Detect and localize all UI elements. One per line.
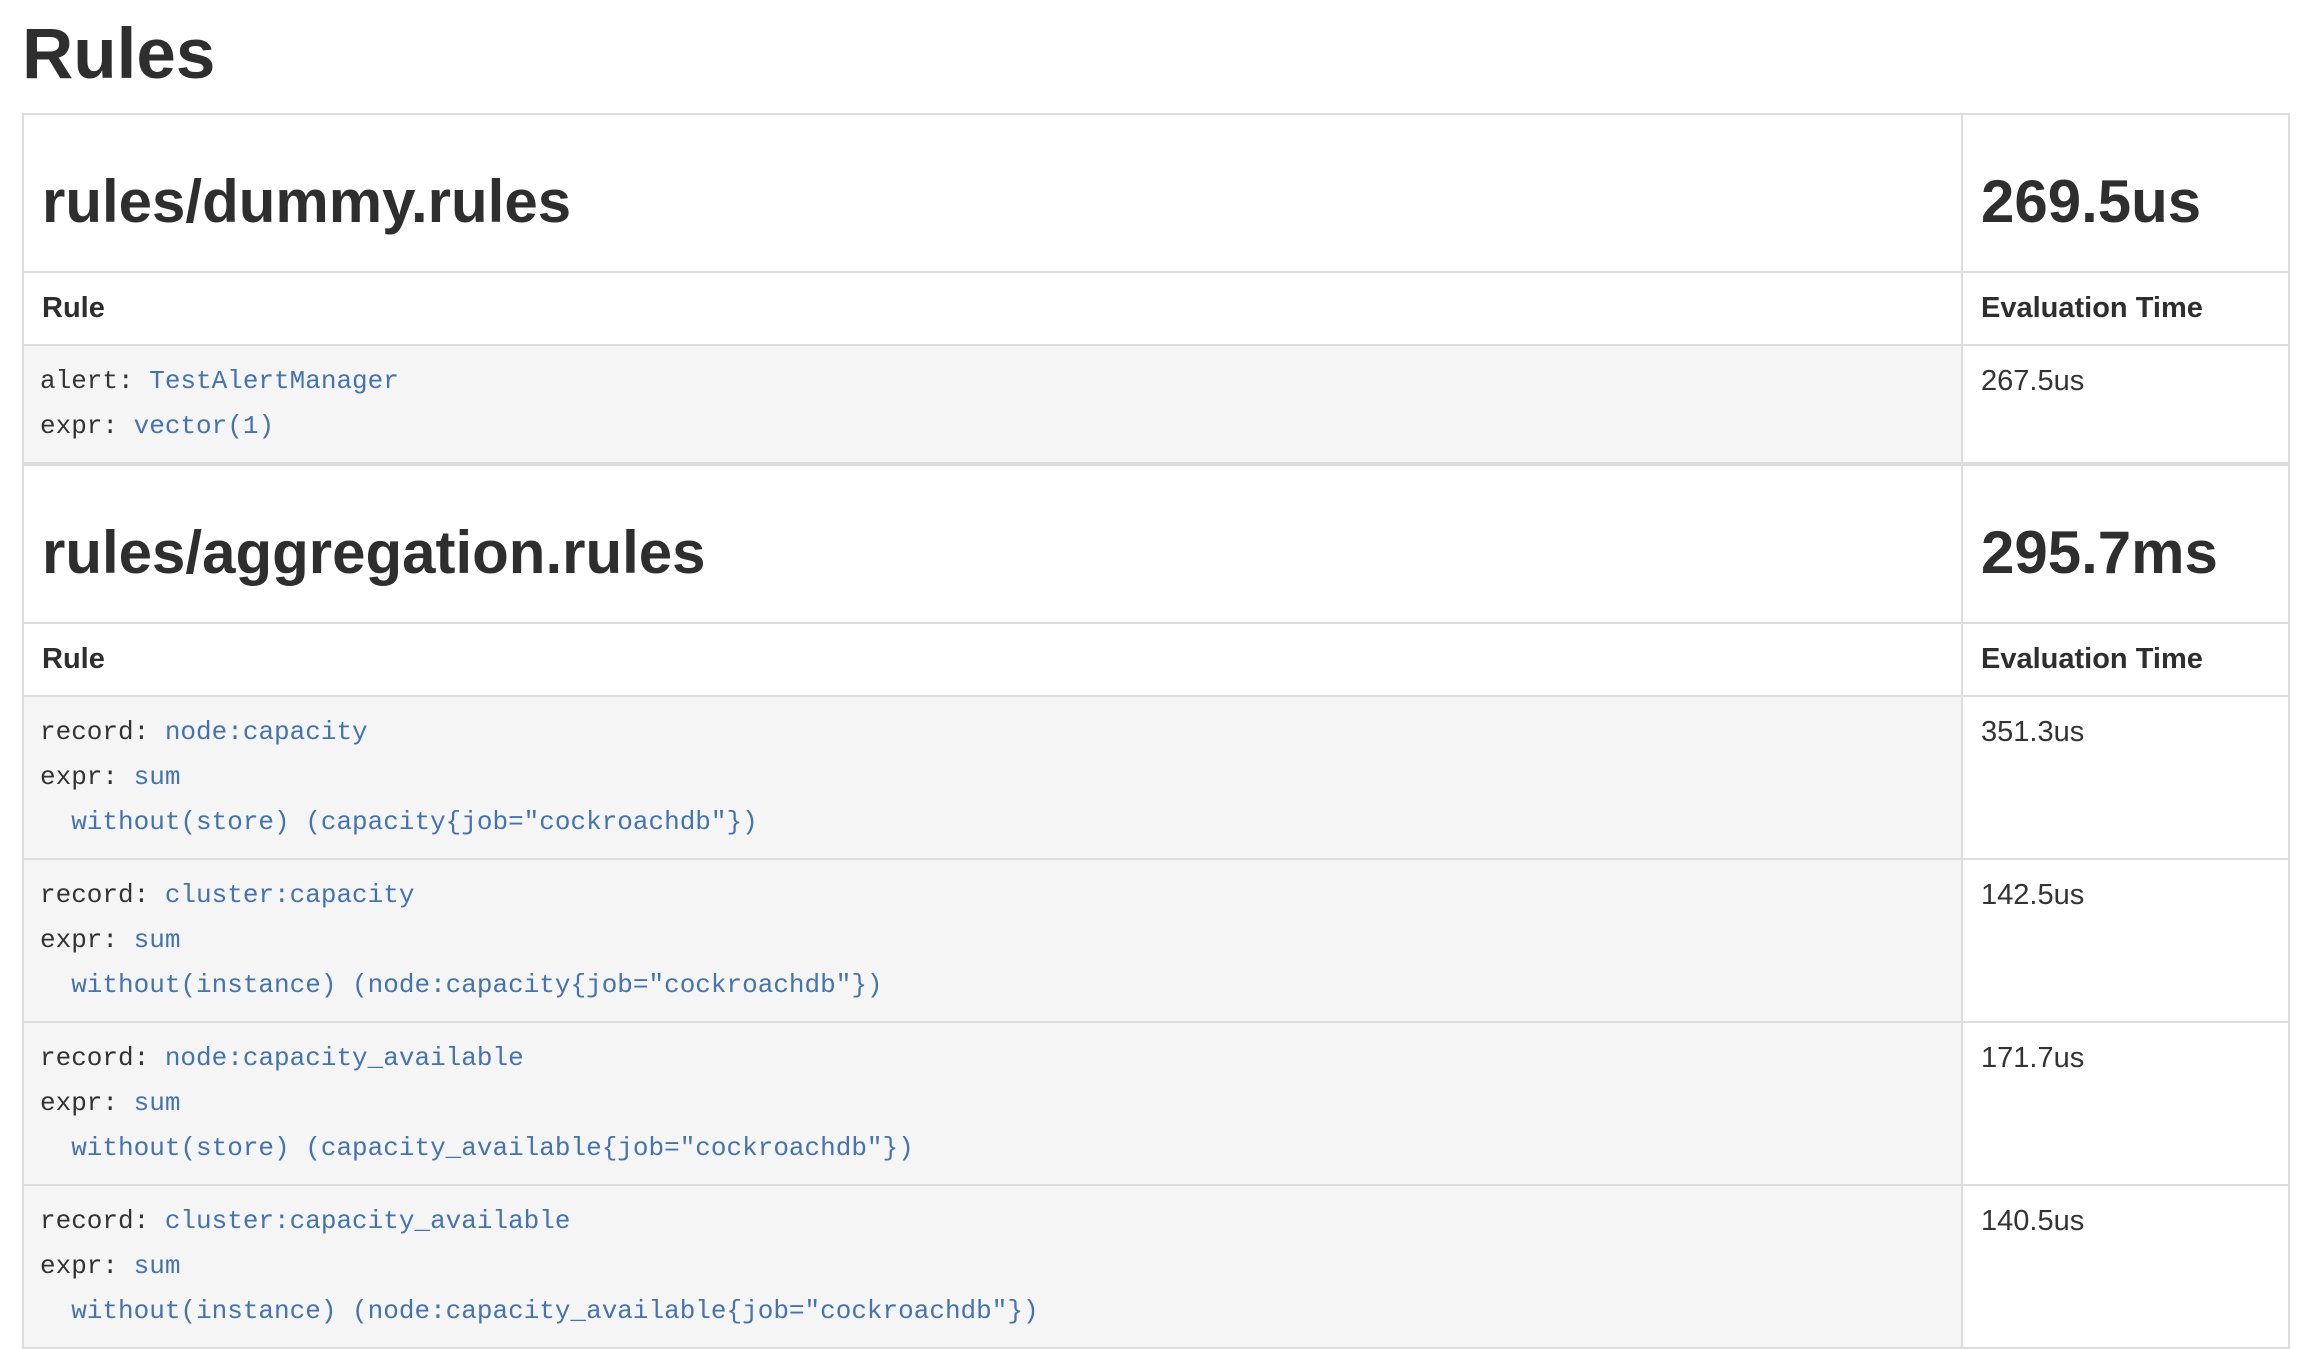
rule-expr-line: expr: vector(1) [40, 404, 1945, 449]
rule-expr-link[interactable]: vector(1) [134, 411, 274, 441]
rule-name-line: record: cluster:capacity_available [40, 1199, 1945, 1244]
group-header-row: rules/dummy.rules 269.5us [23, 114, 2289, 272]
rule-definition-cell: alert: TestAlertManager expr: vector(1) [23, 345, 1962, 463]
rule-expr-line: expr: sum [40, 918, 1945, 963]
expr-label: expr: [40, 1251, 134, 1281]
rule-row: record: cluster:capacity expr: sum witho… [23, 859, 2289, 1022]
rule-expr-link[interactable]: sum [134, 762, 181, 792]
rule-expr-link[interactable]: sum [134, 1088, 181, 1118]
rule-eval-time: 171.7us [1962, 1022, 2289, 1185]
rule-name-line: record: node:capacity_available [40, 1036, 1945, 1081]
rule-eval-time: 267.5us [1962, 345, 2289, 463]
rule-expr-continuation-line: without(store) (capacity{job="cockroachd… [40, 800, 1945, 845]
expr-label: expr: [40, 1088, 134, 1118]
rule-name-link[interactable]: cluster:capacity_available [165, 1206, 571, 1236]
rule-expr-link[interactable]: sum [134, 1251, 181, 1281]
eval-time-column-header: Evaluation Time [1962, 272, 2289, 345]
group-file-cell: rules/dummy.rules [23, 114, 1962, 272]
rule-eval-time: 351.3us [1962, 696, 2289, 859]
rule-expr-continuation-link[interactable]: without(store) (capacity_available{job="… [40, 1133, 914, 1163]
rule-name-link[interactable]: cluster:capacity [165, 880, 415, 910]
group-total-eval-cell: 269.5us [1962, 114, 2289, 272]
group-total-eval-time: 269.5us [1981, 167, 2270, 236]
rule-name-line: record: cluster:capacity [40, 873, 1945, 918]
rule-name-link[interactable]: TestAlertManager [149, 366, 399, 396]
group-file-name: rules/aggregation.rules [42, 518, 1943, 587]
column-header-row: Rule Evaluation Time [23, 623, 2289, 696]
rule-column-header: Rule [23, 623, 1962, 696]
expr-label: expr: [40, 925, 134, 955]
rule-definition-cell: record: node:capacity expr: sum without(… [23, 696, 1962, 859]
rule-expr-line: expr: sum [40, 1081, 1945, 1126]
rule-name-line: alert: TestAlertManager [40, 359, 1945, 404]
expr-label: expr: [40, 762, 134, 792]
rule-expr-continuation-line: without(instance) (node:capacity_availab… [40, 1289, 1945, 1334]
rules-page: Rules rules/dummy.rules 269.5us Rule Eva… [0, 15, 2316, 1349]
rule-kind-label: record: [40, 1043, 165, 1073]
group-file-cell: rules/aggregation.rules [23, 465, 1962, 623]
group-total-eval-time: 295.7ms [1981, 518, 2270, 587]
group-total-eval-cell: 295.7ms [1962, 465, 2289, 623]
eval-time-column-header: Evaluation Time [1962, 623, 2289, 696]
rule-group-table-aggregation: rules/aggregation.rules 295.7ms Rule Eva… [22, 464, 2290, 1349]
rule-row: alert: TestAlertManager expr: vector(1) … [23, 345, 2289, 463]
rule-row: record: node:capacity_available expr: su… [23, 1022, 2289, 1185]
rule-kind-label: record: [40, 717, 165, 747]
rule-expr-continuation-line: without(store) (capacity_available{job="… [40, 1126, 1945, 1171]
rule-expr-continuation-link[interactable]: without(store) (capacity{job="cockroachd… [40, 807, 758, 837]
rule-kind-label: record: [40, 880, 165, 910]
rule-row: record: cluster:capacity_available expr:… [23, 1185, 2289, 1348]
rule-name-line: record: node:capacity [40, 710, 1945, 755]
rule-name-link[interactable]: node:capacity_available [165, 1043, 524, 1073]
rule-group-table-dummy: rules/dummy.rules 269.5us Rule Evaluatio… [22, 113, 2290, 464]
rule-expr-line: expr: sum [40, 1244, 1945, 1289]
rule-row: record: node:capacity expr: sum without(… [23, 696, 2289, 859]
rule-eval-time: 142.5us [1962, 859, 2289, 1022]
column-header-row: Rule Evaluation Time [23, 272, 2289, 345]
rule-expr-continuation-line: without(instance) (node:capacity{job="co… [40, 963, 1945, 1008]
rule-expr-continuation-link[interactable]: without(instance) (node:capacity{job="co… [40, 970, 883, 1000]
rule-definition-cell: record: cluster:capacity_available expr:… [23, 1185, 1962, 1348]
rule-definition-cell: record: cluster:capacity expr: sum witho… [23, 859, 1962, 1022]
rule-eval-time: 140.5us [1962, 1185, 2289, 1348]
group-file-name: rules/dummy.rules [42, 167, 1943, 236]
page-title: Rules [22, 15, 2290, 95]
group-header-row: rules/aggregation.rules 295.7ms [23, 465, 2289, 623]
rule-kind-label: record: [40, 1206, 165, 1236]
rule-expr-link[interactable]: sum [134, 925, 181, 955]
rule-name-link[interactable]: node:capacity [165, 717, 368, 747]
rule-kind-label: alert: [40, 366, 149, 396]
expr-label: expr: [40, 411, 134, 441]
rule-column-header: Rule [23, 272, 1962, 345]
rule-definition-cell: record: node:capacity_available expr: su… [23, 1022, 1962, 1185]
rule-expr-line: expr: sum [40, 755, 1945, 800]
